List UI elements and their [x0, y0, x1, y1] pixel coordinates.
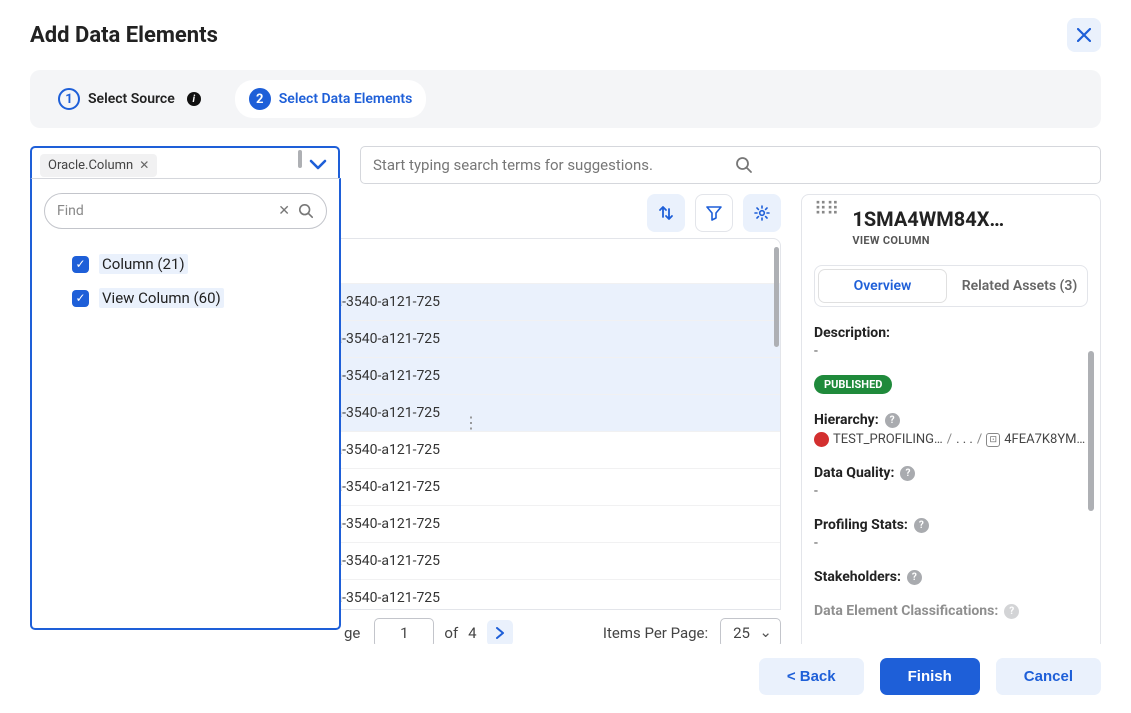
tab-related-assets[interactable]: Related Assets (3) [956, 270, 1083, 302]
help-icon[interactable]: ? [885, 413, 900, 428]
hierarchy-path[interactable]: TEST_PROFILING… / . . . / ⊡ 4FEA7K8YM… [814, 432, 1088, 447]
checkbox-icon: ✓ [72, 256, 89, 273]
sort-button[interactable] [647, 194, 685, 232]
gear-icon [754, 205, 770, 221]
close-icon [1077, 28, 1091, 42]
settings-button[interactable] [743, 194, 781, 232]
description-label: Description: [814, 325, 1088, 341]
dropdown-option-label: View Column (60) [99, 288, 224, 308]
dropdown-option-label: Column (21) [99, 254, 188, 274]
finish-button[interactable]: Finish [880, 658, 980, 695]
status-badge: PUBLISHED [814, 375, 892, 394]
help-icon[interactable]: ? [1004, 604, 1019, 619]
step-select-data-elements[interactable]: 2 Select Data Elements [235, 80, 427, 118]
details-subtype: VIEW COLUMN [852, 234, 1088, 247]
chevron-down-icon[interactable] [304, 154, 332, 176]
row-actions-icon[interactable]: ⋮ [463, 421, 479, 425]
help-icon[interactable]: ? [907, 570, 922, 585]
profiling-stats-value: - [814, 535, 1088, 551]
back-button[interactable]: < Back [759, 658, 864, 695]
find-input[interactable]: Find ✕ [44, 193, 327, 229]
dropdown-option[interactable]: ✓ Column (21) [72, 247, 327, 281]
description-value: - [814, 343, 1088, 359]
filter-button[interactable] [695, 194, 733, 232]
details-title: 1SMA4WM84X… [852, 207, 1088, 231]
cancel-button[interactable]: Cancel [996, 658, 1101, 695]
data-quality-value: - [814, 483, 1088, 499]
modal-title: Add Data Elements [30, 23, 218, 48]
ipp-label: Items Per Page: [603, 624, 708, 642]
details-scrollbar[interactable] [1088, 351, 1094, 511]
pager-of-label: of [444, 624, 458, 642]
source-chip-label: Oracle.Column [48, 158, 133, 173]
close-button[interactable] [1067, 18, 1101, 52]
drag-handle-icon[interactable]: ⠿⠿ [814, 207, 846, 213]
step-select-source[interactable]: 1 Select Source i [44, 80, 215, 118]
pager-total: 4 [468, 624, 476, 642]
step-2-number: 2 [249, 88, 271, 110]
tab-overview[interactable]: Overview [819, 270, 946, 302]
stepper: 1 Select Source i 2 Select Data Elements [30, 70, 1101, 128]
source-dropdown-panel: Find ✕ ✓ Column (21) ✓ View Column (60) [30, 178, 341, 630]
search-icon [298, 203, 314, 219]
step-2-label: Select Data Elements [279, 91, 413, 107]
chevron-right-icon [495, 627, 505, 639]
asset-icon: ⊡ [986, 433, 1000, 447]
dropdown-option[interactable]: ✓ View Column (60) [72, 281, 327, 315]
help-icon[interactable]: ? [900, 466, 915, 481]
classifications-label: Data Element Classifications: [814, 603, 998, 619]
data-quality-label: Data Quality: [814, 465, 894, 481]
next-page-button[interactable] [487, 620, 513, 646]
step-1-label: Select Source [88, 91, 175, 107]
oracle-icon [814, 432, 829, 447]
find-placeholder: Find [57, 203, 270, 219]
source-chip: Oracle.Column ✕ [40, 154, 157, 177]
profiling-stats-label: Profiling Stats: [814, 517, 908, 533]
sort-icon [658, 205, 674, 221]
clear-icon[interactable]: ✕ [278, 203, 290, 219]
search-icon [735, 156, 1089, 174]
pager-fragment: ge [344, 624, 360, 642]
table-scrollbar-vertical[interactable] [774, 247, 779, 347]
ipp-value: 25 [733, 624, 750, 642]
filter-icon [706, 205, 722, 221]
info-icon: i [187, 92, 201, 106]
chip-remove-icon[interactable]: ✕ [139, 158, 149, 172]
checkbox-icon: ✓ [72, 290, 89, 307]
stakeholders-label: Stakeholders: [814, 569, 901, 585]
help-icon[interactable]: ? [914, 518, 929, 533]
details-panel: ⠿⠿ 1SMA4WM84X… VIEW COLUMN Overview Rela… [801, 194, 1101, 656]
step-1-number: 1 [58, 88, 80, 110]
hierarchy-label: Hierarchy: [814, 412, 879, 428]
dropdown-scroll-hint [298, 150, 302, 168]
search-input[interactable]: Start typing search terms for suggestion… [360, 146, 1101, 184]
search-placeholder: Start typing search terms for suggestion… [373, 156, 727, 174]
